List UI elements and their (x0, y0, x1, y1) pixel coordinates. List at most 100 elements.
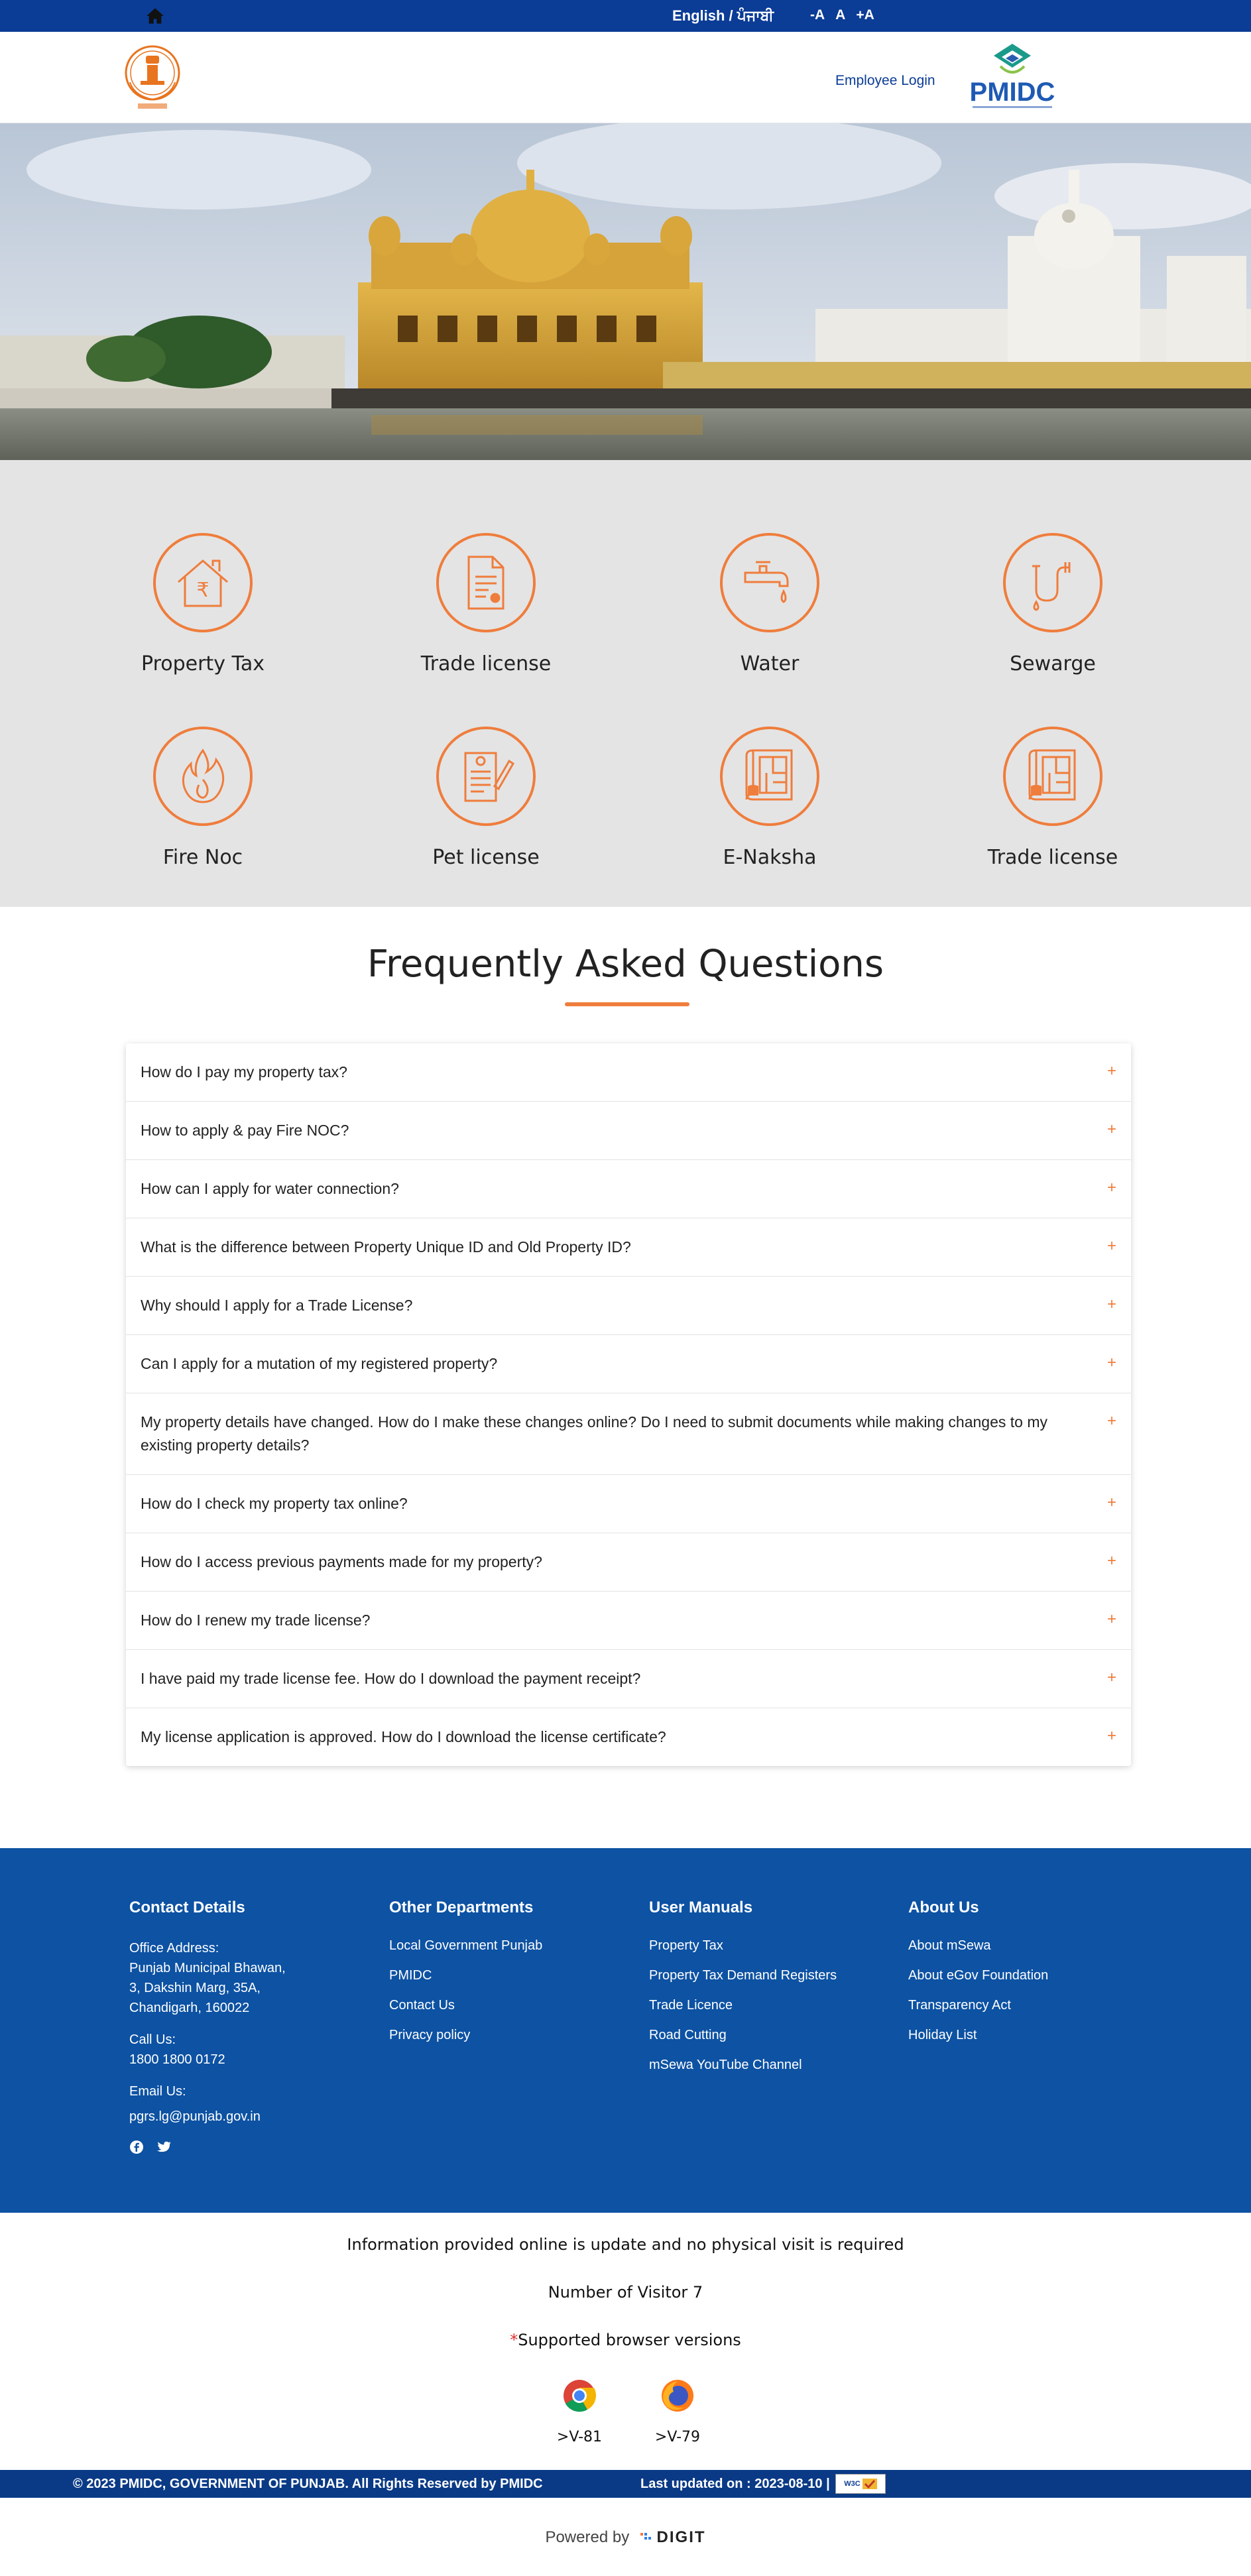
footer-link[interactable]: About eGov Foundation (908, 1968, 1048, 1983)
service-label: Fire Noc (162, 846, 243, 869)
facebook-icon[interactable] (129, 2140, 144, 2154)
golden-temple-illustration (0, 123, 1251, 460)
service-water[interactable]: Water (670, 533, 869, 675)
faq-question: My license application is approved. How … (141, 1728, 666, 1745)
faq-item[interactable]: Why should I apply for a Trade License? + (126, 1277, 1131, 1335)
footer-link[interactable]: Contact Us (389, 1998, 542, 2013)
faq-item[interactable]: How do I pay my property tax? + (126, 1043, 1131, 1102)
faq-item[interactable]: How do I renew my trade license? + (126, 1592, 1131, 1650)
footer-link[interactable]: About mSewa (908, 1938, 1048, 1954)
twitter-icon[interactable] (157, 2140, 172, 2154)
font-decrease-button[interactable]: -A (810, 7, 825, 23)
w3c-badge-icon[interactable]: W3C (835, 2474, 886, 2494)
faq-item[interactable]: I have paid my trade license fee. How do… (126, 1650, 1131, 1708)
sewerage-pipe-icon (1003, 533, 1102, 632)
faq-item[interactable]: Can I apply for a mutation of my registe… (126, 1335, 1131, 1393)
expand-plus-icon[interactable]: + (1107, 1666, 1116, 1689)
office-address-line: 3, Dakshin Marg, 35A, (129, 1981, 261, 1995)
required-asterisk: * (510, 2331, 518, 2349)
service-label: Water (740, 652, 800, 675)
svg-text:₹: ₹ (196, 579, 209, 602)
expand-plus-icon[interactable]: + (1107, 1491, 1116, 1514)
water-tap-icon (720, 533, 819, 632)
faq-question: How do I pay my property tax? (141, 1063, 347, 1081)
pet-license-icon (436, 727, 536, 826)
pmidc-logo-text: PMIDC (970, 78, 1055, 107)
expand-plus-icon[interactable]: + (1107, 1059, 1116, 1083)
digit-brand[interactable]: DIGIT (657, 2528, 706, 2546)
footer-link[interactable]: Privacy policy (389, 2028, 542, 2043)
faq-item[interactable]: How can I apply for water connection? + (126, 1160, 1131, 1218)
footer-link[interactable]: Road Cutting (649, 2028, 837, 2043)
service-fire-noc[interactable]: Fire Noc (103, 727, 302, 869)
footer-link[interactable]: Transparency Act (908, 1998, 1048, 2013)
footer-other-departments: Other Departments Local Government Punja… (389, 1899, 542, 2058)
faq-item[interactable]: How do I check my property tax online? + (126, 1475, 1131, 1533)
service-trade-license[interactable]: Trade license (387, 533, 585, 675)
faq-question: How do I access previous payments made f… (141, 1553, 542, 1570)
faq-item[interactable]: My license application is approved. How … (126, 1708, 1131, 1766)
online-info-notice: Information provided online is update an… (347, 2235, 904, 2254)
footer-link[interactable]: Local Government Punjab (389, 1938, 542, 1954)
faq-question: How to apply & pay Fire NOC? (141, 1122, 349, 1139)
office-address-line: Punjab Municipal Bhawan, (129, 1961, 286, 1975)
services-section: ₹ Property Tax Trade license Water Sewar… (0, 460, 1251, 907)
expand-plus-icon[interactable]: + (1107, 1234, 1116, 1258)
w3c-badge-text: W3C (844, 2480, 861, 2488)
firefox-version: >V-79 (654, 2429, 701, 2445)
faq-question: How do I check my property tax online? (141, 1495, 408, 1512)
service-pet-license[interactable]: Pet license (387, 727, 585, 869)
site-footer: Contact Details Office Address: Punjab M… (0, 1848, 1251, 2213)
top-bar: English / ਪੰਜਾਬੀ -A A +A (0, 0, 1251, 32)
footer-link[interactable]: PMIDC (389, 1968, 542, 1983)
expand-plus-icon[interactable]: + (1107, 1409, 1116, 1433)
expand-plus-icon[interactable]: + (1107, 1293, 1116, 1316)
faq-item[interactable]: How do I access previous payments made f… (126, 1533, 1131, 1592)
email-link[interactable]: pgrs.lg@punjab.gov.in (129, 2107, 286, 2127)
chrome-browser: >V-81 (553, 2378, 606, 2445)
home-icon[interactable] (146, 7, 164, 25)
faq-item[interactable]: My property details have changed. How do… (126, 1393, 1131, 1475)
font-increase-button[interactable]: +A (856, 7, 874, 23)
faq-question: How do I renew my trade license? (141, 1611, 371, 1629)
employee-login-link[interactable]: Employee Login (835, 73, 935, 89)
service-label: Sewarge (1010, 652, 1096, 675)
last-updated-text: Last updated on : 2023-08-10 | (640, 2477, 830, 2491)
call-us-label: Call Us: (129, 2032, 176, 2047)
footer-heading: User Manuals (649, 1899, 753, 1916)
footer-link[interactable]: Property Tax (649, 1938, 837, 1954)
copyright-text: © 2023 PMIDC, GOVERNMENT OF PUNJAB. All … (73, 2477, 543, 2491)
site-header: Employee Login PMIDC (0, 32, 1251, 123)
footer-heading: Other Departments (389, 1899, 534, 1916)
footer-link[interactable]: Trade Licence (649, 1998, 837, 2013)
faq-item[interactable]: How to apply & pay Fire NOC? + (126, 1102, 1131, 1160)
chrome-icon (564, 2380, 597, 2412)
faq-question: Can I apply for a mutation of my registe… (141, 1355, 498, 1372)
footer-link[interactable]: mSewa YouTube Channel (649, 2058, 837, 2073)
faq-item[interactable]: What is the difference between Property … (126, 1218, 1131, 1277)
punjab-government-emblem-icon[interactable] (121, 42, 184, 113)
expand-plus-icon[interactable]: + (1107, 1351, 1116, 1374)
footer-link[interactable]: Property Tax Demand Registers (649, 1968, 837, 1983)
chrome-version: >V-81 (556, 2429, 603, 2445)
service-property-tax[interactable]: ₹ Property Tax (103, 533, 302, 675)
service-trade-license-2[interactable]: Trade license (953, 727, 1152, 869)
service-sewerage[interactable]: Sewarge (953, 533, 1152, 675)
powered-by: Powered by DIGIT (0, 2528, 1251, 2547)
expand-plus-icon[interactable]: + (1107, 1724, 1116, 1747)
faq-title: Frequently Asked Questions (367, 943, 884, 986)
expand-plus-icon[interactable]: + (1107, 1608, 1116, 1631)
expand-plus-icon[interactable]: + (1107, 1549, 1116, 1572)
expand-plus-icon[interactable]: + (1107, 1118, 1116, 1141)
firefox-icon (662, 2380, 693, 2412)
footer-link[interactable]: Holiday List (908, 2028, 1048, 2043)
building-plan-icon (1003, 727, 1102, 826)
service-label: Trade license (420, 652, 552, 675)
expand-plus-icon[interactable]: + (1107, 1176, 1116, 1199)
service-e-naksha[interactable]: E-Naksha (670, 727, 869, 869)
phone-number[interactable]: 1800 1800 0172 (129, 2050, 286, 2070)
language-switcher[interactable]: English / ਪੰਜਾਬੀ (672, 7, 774, 25)
faq-question: Why should I apply for a Trade License? (141, 1297, 413, 1314)
font-normal-button[interactable]: A (835, 7, 845, 23)
pmidc-logo-icon[interactable]: PMIDC (959, 40, 1065, 114)
